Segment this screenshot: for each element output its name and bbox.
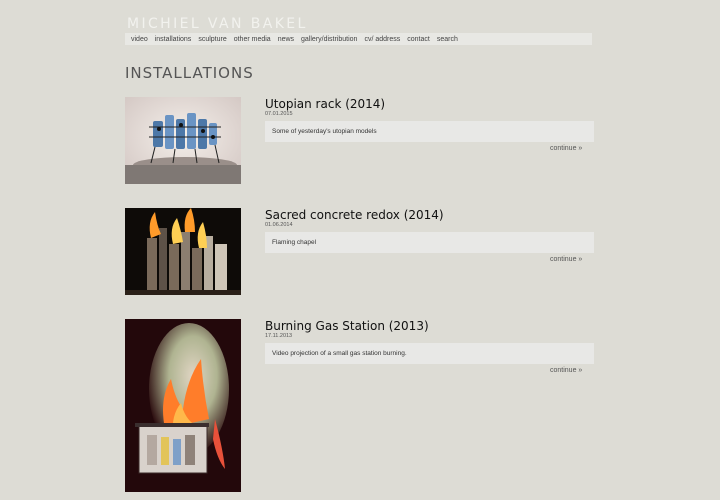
nav-item-contact[interactable]: contact (407, 36, 430, 43)
nav-item-news[interactable]: news (278, 36, 294, 43)
page-title: INSTALLATIONS (125, 64, 254, 82)
entry-title[interactable]: Burning Gas Station (2013) (265, 319, 429, 333)
nav-item-installations[interactable]: installations (155, 36, 192, 43)
entry-thumbnail-burning-gas-station[interactable] (125, 319, 241, 492)
entry-thumbnail-sacred-concrete-redox[interactable] (125, 208, 241, 295)
site-title[interactable]: MICHIEL VAN BAKEL (127, 16, 308, 32)
entry-date: 17.11.2013 (265, 333, 293, 339)
nav-item-gallery-distribution[interactable]: gallery/distribution (301, 36, 357, 43)
nav-item-search[interactable]: search (437, 36, 458, 43)
continue-link[interactable]: continue » (550, 145, 582, 152)
main-nav: video installations sculpture other medi… (125, 33, 592, 45)
continue-link[interactable]: continue » (550, 367, 582, 374)
nav-item-cv-address[interactable]: cv/ address (364, 36, 400, 43)
entry-date: 01.06.2014 (265, 222, 293, 228)
entry-thumbnail-utopian-rack[interactable] (125, 97, 241, 184)
entry-sacred-concrete-redox: Sacred concrete redox (2014) 01.06.2014 … (125, 208, 595, 298)
entry-title[interactable]: Utopian rack (2014) (265, 97, 385, 111)
entry-description: Video projection of a small gas station … (265, 343, 594, 364)
entry-burning-gas-station: Burning Gas Station (2013) 17.11.2013 Vi… (125, 319, 595, 494)
nav-item-sculpture[interactable]: sculpture (198, 36, 226, 43)
nav-item-other-media[interactable]: other media (234, 36, 271, 43)
entry-title[interactable]: Sacred concrete redox (2014) (265, 208, 444, 222)
continue-link[interactable]: continue » (550, 256, 582, 263)
entry-description: Flaming chapel (265, 232, 594, 253)
entry-date: 07.01.2015 (265, 111, 293, 117)
entry-utopian-rack: Utopian rack (2014) 07.01.2015 Some of y… (125, 97, 595, 187)
nav-item-video[interactable]: video (131, 36, 148, 43)
entry-description: Some of yesterday's utopian models (265, 121, 594, 142)
